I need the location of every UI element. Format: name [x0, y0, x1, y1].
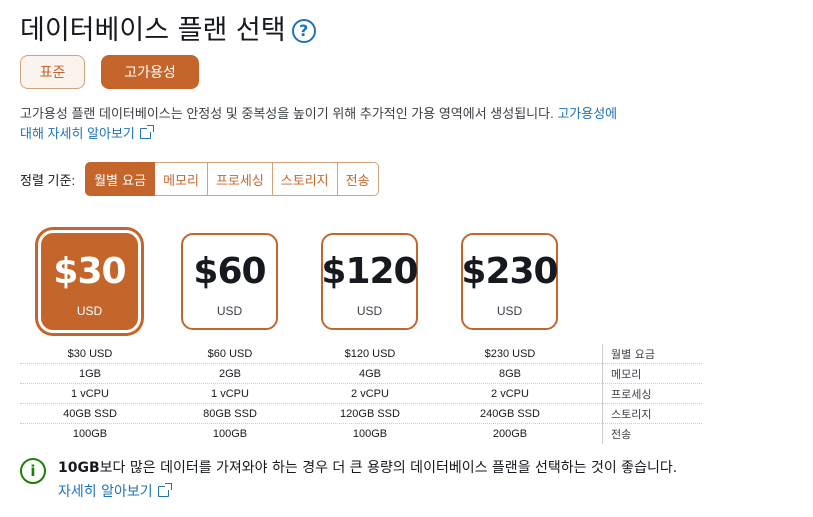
- spec-cell: 2GB: [218, 367, 241, 380]
- spec-cell: 240GB SSD: [480, 407, 540, 420]
- spec-row-memory: 1GB 2GB 4GB 8GB 메모리: [20, 363, 702, 384]
- external-link-icon: [139, 125, 154, 139]
- sort-button-group: 월별 요금 메모리 프로세싱 스토리지 전송: [85, 162, 379, 196]
- spec-cell: 80GB SSD: [203, 407, 257, 420]
- spec-cell: $120 USD: [344, 347, 396, 360]
- spec-label: 전송: [602, 424, 631, 444]
- sort-monthly-price-button[interactable]: 월별 요금: [85, 162, 156, 196]
- plan-price: $230: [461, 251, 558, 292]
- sort-storage-button[interactable]: 스토리지: [272, 162, 338, 196]
- spec-cell: 4GB: [358, 367, 381, 380]
- info-icon: i: [20, 458, 46, 484]
- spec-cell: 100GB: [352, 428, 388, 440]
- spec-cell: $60 USD: [207, 347, 253, 360]
- spec-cell: 1 vCPU: [71, 387, 109, 400]
- spec-cell: 200GB: [492, 428, 528, 440]
- plan-currency: USD: [496, 304, 523, 318]
- spec-cell: 8GB: [498, 367, 521, 380]
- spec-cell: 2 vCPU: [491, 387, 529, 400]
- plan-card-30[interactable]: $30 USD: [41, 233, 138, 330]
- spec-cell: 1GB: [78, 367, 101, 380]
- learn-more-link[interactable]: 자세히 알아보기: [58, 483, 172, 500]
- spec-cell: 1 vCPU: [211, 387, 249, 400]
- plan-description: 고가용성 플랜 데이터베이스는 안정성 및 중복성을 높이기 위해 추가적인 가…: [20, 104, 620, 144]
- plan-card-230[interactable]: $230 USD: [461, 233, 559, 330]
- learn-more-link-text[interactable]: 자세히 알아보기: [58, 484, 153, 500]
- plan-card-120[interactable]: $120 USD: [321, 233, 419, 330]
- plan-price: $120: [321, 251, 418, 292]
- info-alert: i 10GB보다 많은 데이터를 가져와야 하는 경우 더 큰 용량의 데이터베…: [20, 456, 813, 504]
- sort-bar: 정렬 기준: 월별 요금 메모리 프로세싱 스토리지 전송: [20, 162, 379, 196]
- spec-cell: 100GB: [72, 428, 108, 440]
- spec-row-transfer: 100GB 100GB 100GB 200GB 전송: [20, 424, 702, 444]
- spec-label: 메모리: [602, 363, 641, 384]
- spec-row-monthly-price: $30 USD $60 USD $120 USD $230 USD 월별 요금: [20, 343, 702, 364]
- plan-card-60[interactable]: $60 USD: [181, 233, 278, 330]
- spec-cell: 40GB SSD: [63, 407, 117, 420]
- spec-cell: $230 USD: [484, 347, 536, 360]
- spec-cell: 100GB: [212, 428, 248, 440]
- info-text: 10GB보다 많은 데이터를 가져와야 하는 경우 더 큰 용량의 데이터베이스…: [58, 456, 813, 504]
- plan-currency: USD: [356, 304, 383, 318]
- spec-row-processing: 1 vCPU 1 vCPU 2 vCPU 2 vCPU 프로세싱: [20, 383, 702, 404]
- page-header: 데이터베이스 플랜 선택 ?: [20, 8, 316, 47]
- plan-description-text: 고가용성 플랜 데이터베이스는 안정성 및 중복성을 높이기 위해 추가적인 가…: [20, 106, 554, 121]
- help-icon[interactable]: ?: [291, 18, 316, 43]
- info-body-text: 보다 많은 데이터를 가져와야 하는 경우 더 큰 용량의 데이터베이스 플랜을…: [99, 460, 678, 476]
- sort-memory-button[interactable]: 메모리: [155, 162, 208, 196]
- spec-label: 월별 요금: [602, 343, 655, 364]
- spec-cell: 120GB SSD: [340, 407, 400, 420]
- sort-transfer-button[interactable]: 전송: [337, 162, 379, 196]
- plan-specs-table: $30 USD $60 USD $120 USD $230 USD 월별 요금 …: [20, 343, 702, 444]
- plan-price: $60: [193, 251, 266, 292]
- plan-type-standard-button[interactable]: 표준: [20, 55, 85, 89]
- spec-cell: $30 USD: [67, 347, 113, 360]
- spec-cell: 2 vCPU: [351, 387, 389, 400]
- plan-type-high-availability-button[interactable]: 고가용성: [101, 55, 199, 89]
- spec-row-storage: 40GB SSD 80GB SSD 120GB SSD 240GB SSD 스토…: [20, 403, 702, 424]
- spec-label: 프로세싱: [602, 383, 651, 404]
- sort-processing-button[interactable]: 프로세싱: [207, 162, 273, 196]
- external-link-icon: [157, 483, 172, 497]
- sort-label: 정렬 기준:: [20, 172, 76, 188]
- plan-type-toggle: 표준 고가용성: [20, 55, 199, 89]
- page-title: 데이터베이스 플랜 선택: [20, 15, 286, 46]
- spec-label: 스토리지: [602, 403, 651, 424]
- plan-price: $30: [53, 251, 126, 292]
- info-bold-text: 10GB: [58, 460, 100, 476]
- plan-currency: USD: [76, 304, 103, 318]
- plan-currency: USD: [216, 304, 243, 318]
